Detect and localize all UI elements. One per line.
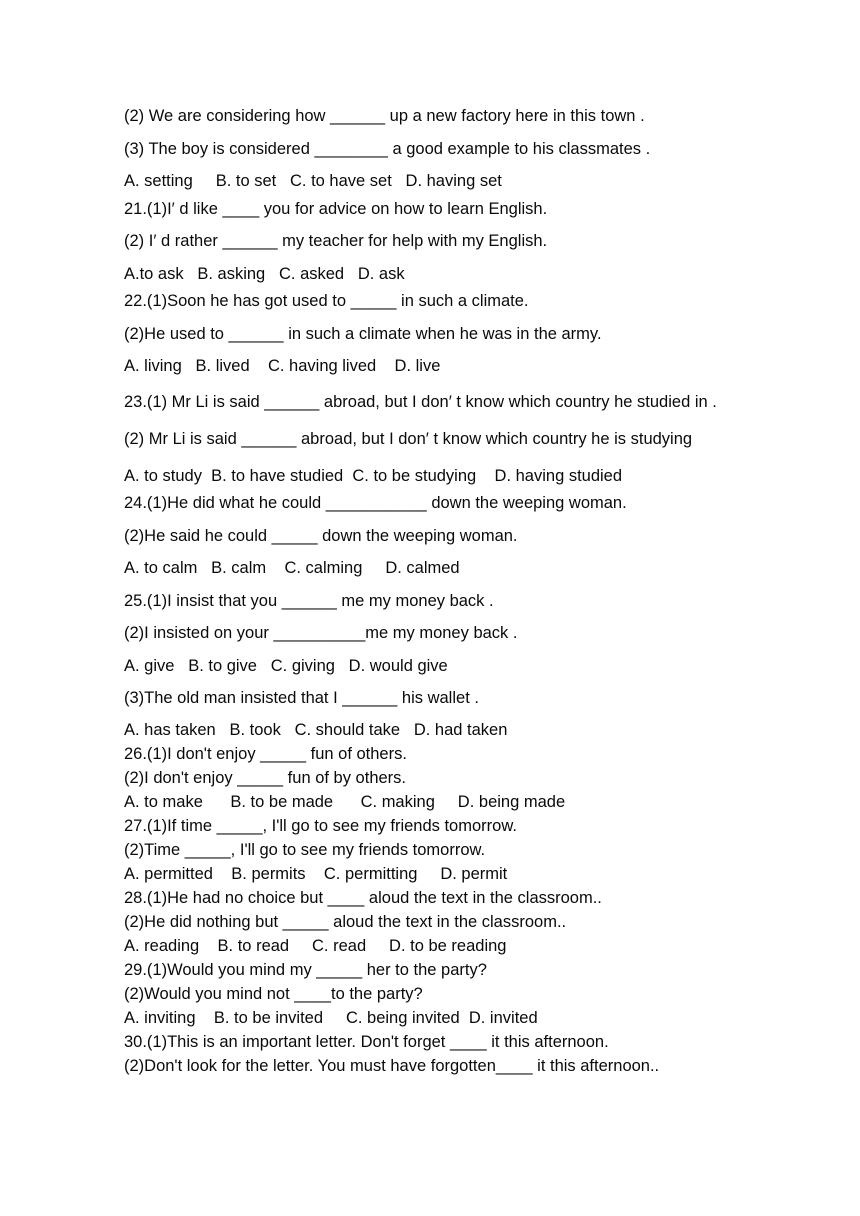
question-line: (2)Don't look for the letter. You must h… (124, 1056, 660, 1075)
exercise-body: (2) We are considering how ______ up a n… (124, 108, 736, 1078)
question-line: 21.(1)I′ d like ____ you for advice on h… (124, 199, 548, 218)
question-line: 28.(1)He had no choice but ____ aloud th… (124, 888, 602, 907)
question-line: (2)Time _____, I'll go to see my friends… (124, 840, 486, 859)
question-line: (3) The boy is considered ________ a goo… (124, 139, 651, 158)
question-line: 30.(1)This is an important letter. Don't… (124, 1032, 609, 1051)
options-line: A. reading B. to read C. read D. to be r… (124, 936, 507, 955)
question-line: (2)He said he could _____ down the weepi… (124, 526, 518, 545)
options-line: A. has taken B. took C. should take D. h… (124, 720, 508, 739)
options-line: A. to study B. to have studied C. to be … (124, 466, 623, 485)
question-line: 29.(1)Would you mind my _____ her to the… (124, 960, 487, 979)
question-line: 27.(1)If time _____, I'll go to see my f… (124, 816, 517, 835)
question-line: 25.(1)I insist that you ______ me my mon… (124, 591, 494, 610)
question-line: (2)I don't enjoy _____ fun of by others. (124, 768, 406, 787)
question-line: 22.(1)Soon he has got used to _____ in s… (124, 292, 529, 310)
question-line: 23.(1) Mr Li is said ______ abroad, but … (124, 392, 717, 411)
options-line: A. setting B. to set C. to have set D. h… (124, 172, 502, 190)
question-line: (2)He did nothing but _____ aloud the te… (124, 912, 567, 931)
question-line: 26.(1)I don't enjoy _____ fun of others. (124, 744, 407, 763)
question-line: (3)The old man insisted that I ______ hi… (124, 689, 479, 707)
question-line: (2) Mr Li is said ______ abroad, but I d… (124, 429, 693, 448)
options-line: A. living B. lived C. having lived D. li… (124, 357, 441, 375)
question-line: (2) I′ d rather ______ my teacher for he… (124, 232, 548, 250)
question-line: (2)Would you mind not ____to the party? (124, 984, 423, 1003)
document-page: (2) We are considering how ______ up a n… (0, 0, 860, 1216)
options-line: A.to ask B. asking C. asked D. ask (124, 264, 405, 283)
options-line: A. to calm B. calm C. calming D. calmed (124, 559, 460, 577)
options-line: A. to make B. to be made C. making D. be… (124, 792, 566, 811)
options-line: A. inviting B. to be invited C. being in… (124, 1008, 538, 1027)
options-line: A. give B. to give C. giving D. would gi… (124, 656, 448, 675)
question-line: (2)I insisted on your __________me my mo… (124, 624, 518, 642)
options-line: A. permitted B. permits C. permitting D.… (124, 864, 508, 883)
question-line: (2)He used to ______ in such a climate w… (124, 324, 602, 343)
question-line: 24.(1)He did what he could ___________ d… (124, 494, 627, 512)
question-line: (2) We are considering how ______ up a n… (124, 107, 645, 125)
